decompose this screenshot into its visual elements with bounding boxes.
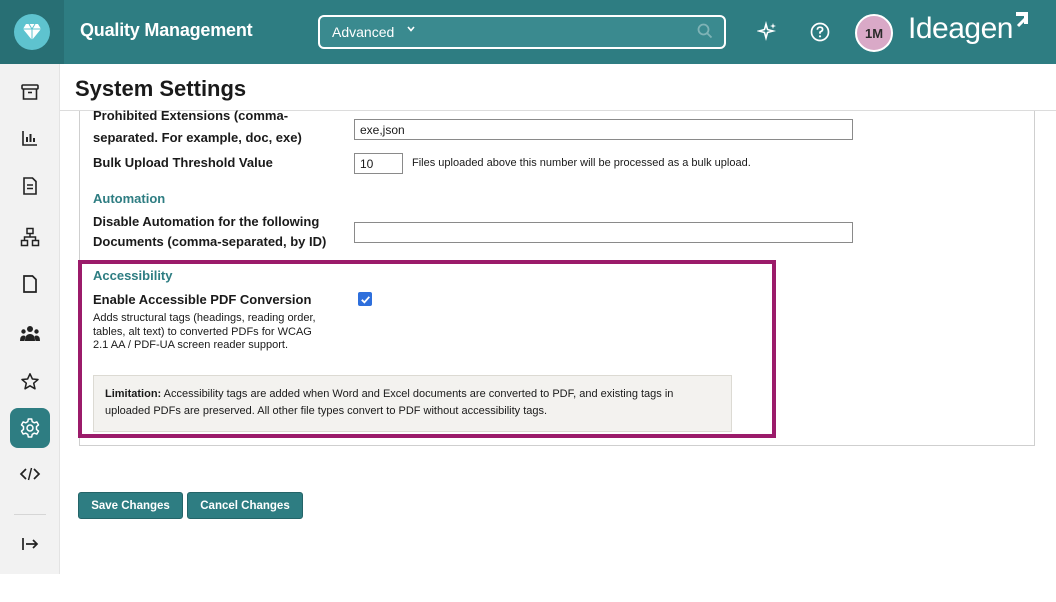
accessibility-heading: Accessibility [93, 268, 173, 283]
save-changes-button[interactable]: Save Changes [78, 492, 183, 519]
brand-mark-icon [1012, 10, 1032, 37]
search-icon[interactable] [696, 22, 714, 45]
search-scope-dropdown[interactable]: Advanced [332, 24, 394, 40]
avatar[interactable]: 1M [855, 14, 893, 52]
archive-icon[interactable] [14, 76, 46, 108]
limitation-note: Limitation: Accessibility tags are added… [93, 375, 732, 432]
limitation-title: Limitation: [105, 388, 162, 400]
gear-icon[interactable] [10, 408, 50, 448]
sidebar-divider [14, 514, 46, 515]
org-chart-icon[interactable] [14, 221, 46, 253]
prohibited-extensions-label-line1: Prohibited Extensions (comma- [93, 108, 289, 123]
bar-chart-icon[interactable] [14, 122, 46, 154]
disable-automation-label-line1: Disable Automation for the following [93, 214, 320, 229]
code-icon[interactable] [14, 458, 46, 490]
help-icon[interactable] [808, 20, 832, 44]
app-logo[interactable] [0, 0, 64, 64]
cancel-changes-button[interactable]: Cancel Changes [187, 492, 303, 519]
app-title[interactable]: Quality Management [80, 20, 253, 41]
checkmark-icon [360, 295, 370, 304]
disable-automation-label-line2: Documents (comma-separated, by ID) [93, 234, 327, 249]
file-icon[interactable] [14, 268, 46, 300]
expand-icon[interactable] [14, 528, 46, 560]
accessible-pdf-checkbox[interactable] [358, 292, 372, 306]
brand-logo: Ideagen [908, 12, 1013, 45]
automation-heading: Automation [93, 191, 166, 206]
bulk-upload-hint: Files uploaded above this number will be… [412, 157, 751, 169]
sidebar [0, 64, 60, 574]
diamond-icon [14, 14, 50, 50]
people-icon[interactable] [14, 318, 46, 350]
document-icon[interactable] [14, 170, 46, 202]
accessible-pdf-label: Enable Accessible PDF Conversion [93, 292, 312, 307]
limitation-text: Accessibility tags are added when Word a… [105, 388, 674, 417]
sparkle-icon[interactable] [756, 20, 780, 44]
prohibited-extensions-input[interactable] [354, 119, 853, 140]
page-title: System Settings [75, 76, 247, 101]
top-bar: Quality Management Advanced 1M Ideagen [0, 0, 1056, 64]
bulk-upload-threshold-input[interactable] [354, 153, 403, 174]
prohibited-extensions-label-line2: separated. For example, doc, exe) [93, 130, 302, 145]
chevron-down-icon [406, 23, 416, 37]
bulk-upload-label: Bulk Upload Threshold Value [93, 155, 273, 170]
disable-automation-input[interactable] [354, 222, 853, 243]
search-bar[interactable]: Advanced [318, 15, 726, 49]
star-icon[interactable] [14, 366, 46, 398]
accessible-pdf-description: Adds structural tags (headings, reading … [93, 312, 316, 351]
